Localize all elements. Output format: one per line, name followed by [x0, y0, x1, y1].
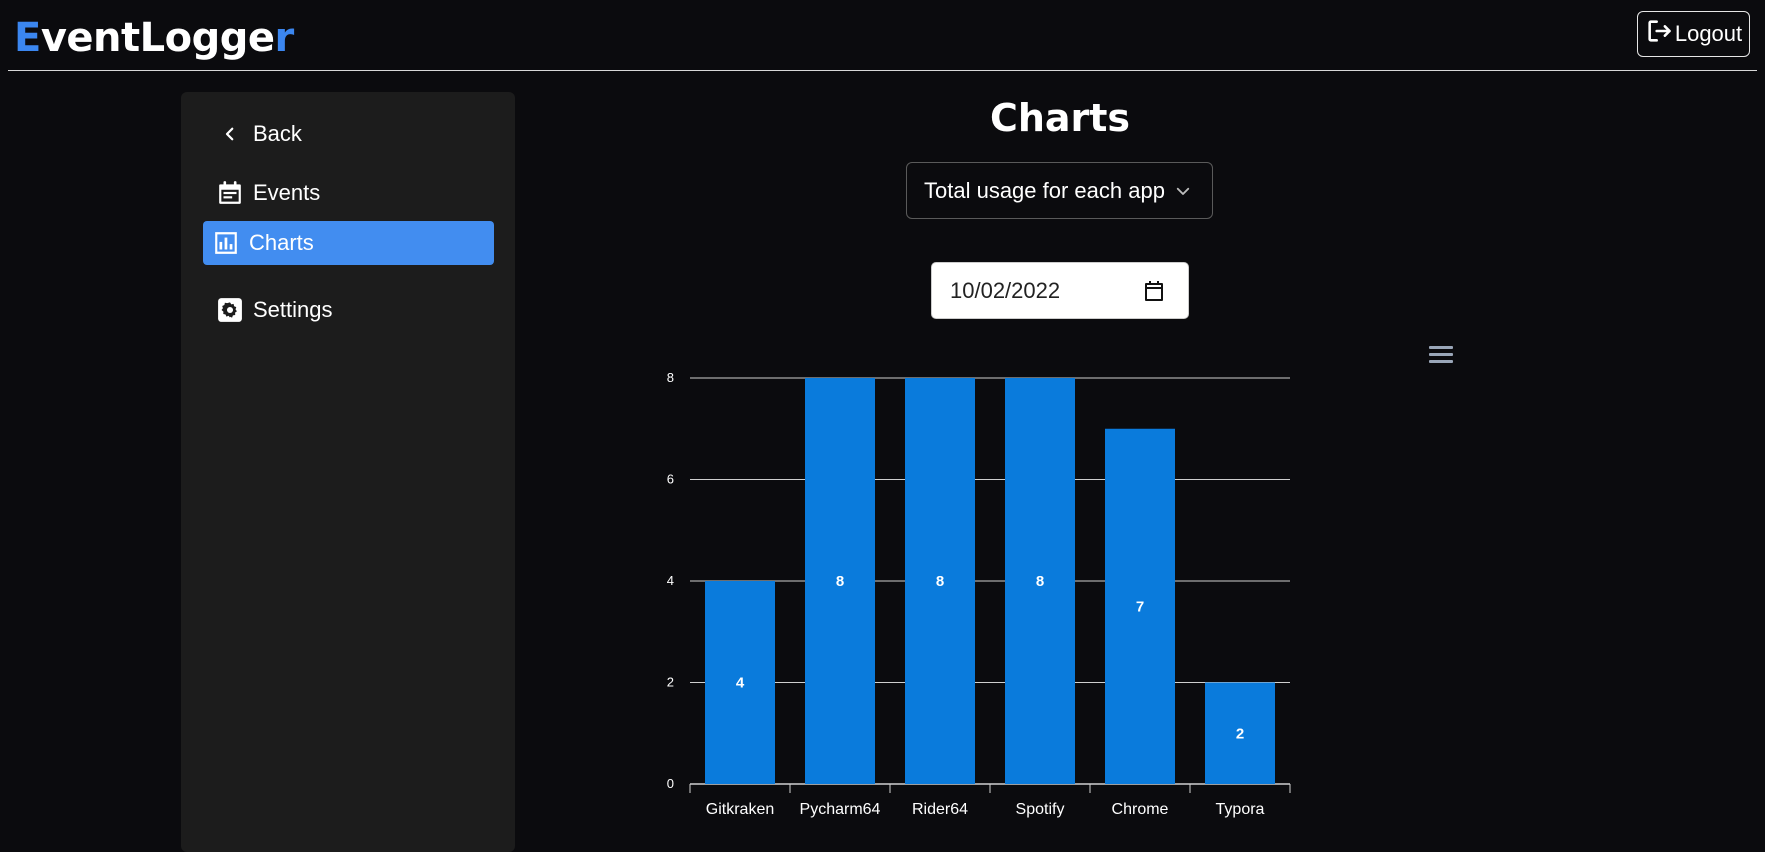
x-tick-label: Gitkraken	[706, 801, 774, 818]
chevron-left-icon	[217, 121, 243, 147]
y-tick-label: 6	[667, 472, 674, 487]
chart-type-select-value: Total usage for each app	[924, 177, 1165, 203]
chart-y-axis: 0 2 4 6 8	[667, 370, 674, 791]
x-tick-label: Typora	[1216, 801, 1265, 818]
page-title: Charts	[989, 96, 1131, 140]
y-tick-label: 2	[667, 675, 674, 690]
y-tick-label: 4	[667, 573, 674, 588]
sidebar-item-label: Settings	[253, 297, 333, 322]
data-label: 8	[1036, 573, 1044, 590]
chart-grid	[690, 377, 1290, 785]
chart-x-axis: Gitkraken Pycharm64 Rider64 Spotify Chrome Ty…	[689, 784, 1291, 818]
sidebar-item-label: Events	[253, 180, 321, 205]
sidebar: Back Events Charts Settings	[181, 92, 515, 852]
sidebar-item-charts[interactable]: Charts	[203, 221, 494, 265]
chart-type-select[interactable]: Total usage for each app	[906, 162, 1213, 219]
data-label: 7	[1136, 598, 1144, 615]
brand-last: r	[274, 15, 295, 61]
brand-initial: E	[14, 15, 41, 61]
y-tick-label: 0	[667, 776, 674, 791]
top-bar: EventLogger Logout	[0, 0, 1765, 71]
x-tick-label: Pycharm64	[800, 801, 881, 818]
y-tick-label: 8	[667, 370, 674, 385]
sidebar-item-events[interactable]: Events	[207, 171, 498, 215]
sidebar-item-label: Charts	[249, 230, 314, 255]
bar-chart-icon	[213, 230, 239, 256]
gear-icon	[217, 297, 243, 323]
data-label: 8	[836, 573, 844, 590]
calendar-event-icon	[217, 180, 243, 206]
date-input-value: 10/02/2022	[950, 277, 1061, 303]
brand-middle: ventLogge	[40, 15, 275, 61]
calendar-icon[interactable]	[1142, 279, 1166, 303]
x-tick-label: Rider64	[912, 801, 968, 818]
data-label: 8	[936, 573, 944, 590]
sidebar-item-settings[interactable]: Settings	[207, 288, 498, 332]
logout-icon	[1645, 17, 1673, 51]
app-brand[interactable]: EventLogger	[14, 14, 294, 62]
sidebar-item-back[interactable]: Back	[207, 112, 498, 156]
bar-chart: 0 2 4 6 8 Gitkraken Pycharm64 Rider64 Spotify Ch…	[667, 370, 1291, 818]
data-label: 4	[736, 675, 745, 692]
date-input[interactable]: 10/02/2022	[931, 262, 1189, 319]
data-label: 2	[1236, 725, 1244, 742]
chevron-down-icon	[1176, 187, 1190, 195]
header-divider	[8, 70, 1757, 71]
x-tick-label: Spotify	[1016, 801, 1065, 818]
x-tick-label: Chrome	[1112, 801, 1169, 818]
sidebar-item-label: Back	[253, 121, 302, 146]
logout-label: Logout	[1674, 21, 1743, 46]
logout-button[interactable]: Logout	[1637, 11, 1750, 57]
